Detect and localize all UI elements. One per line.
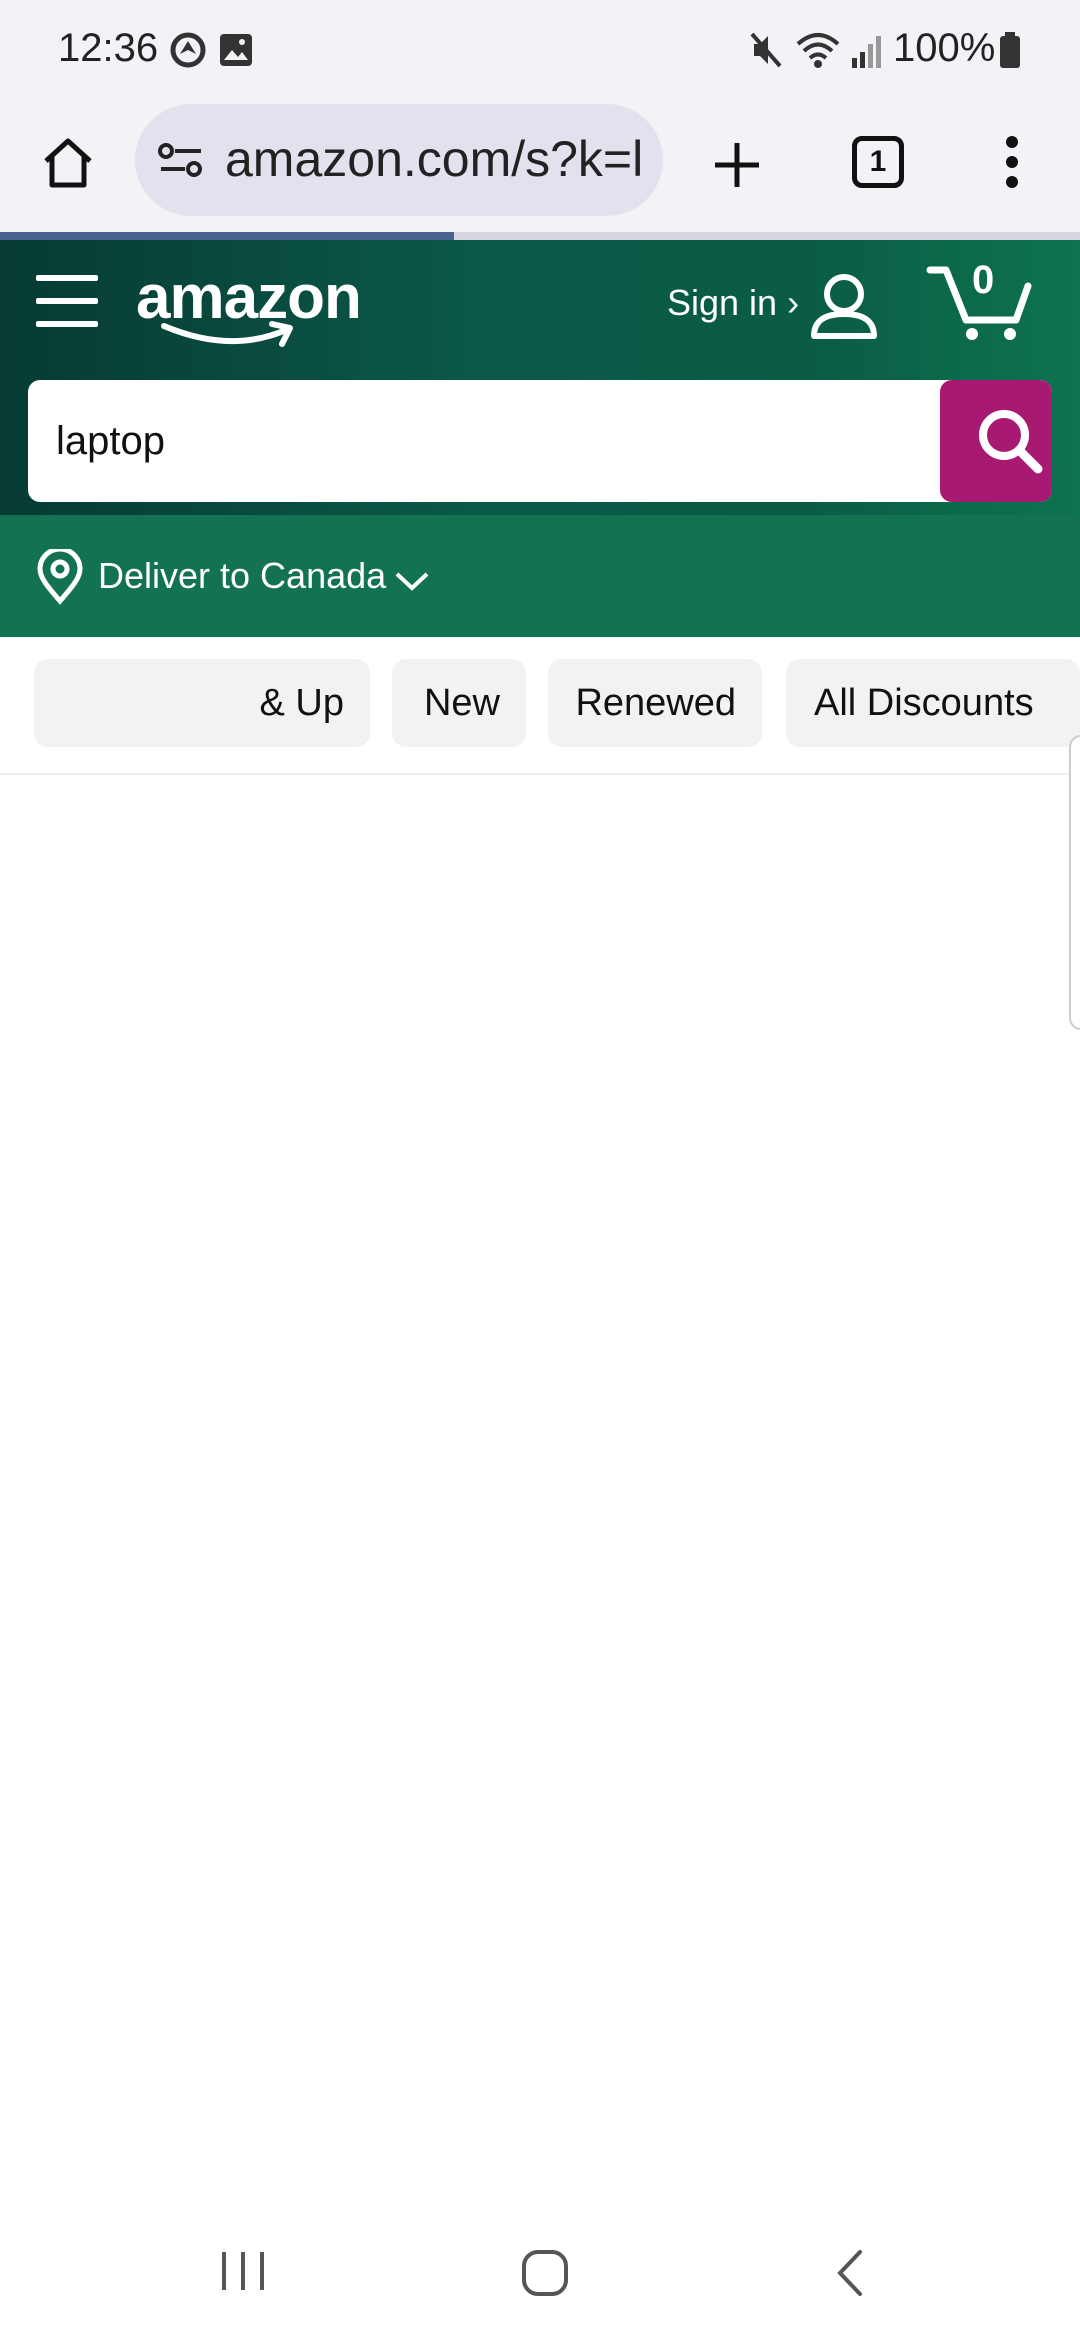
menu-button[interactable]	[36, 275, 98, 335]
vpn-icon	[170, 32, 206, 68]
filter-chip-all-discounts[interactable]: All Discounts	[786, 659, 1080, 747]
edge-panel-handle[interactable]	[1069, 735, 1080, 1030]
gallery-icon	[220, 34, 252, 66]
sign-in-link[interactable]: Sign in ›	[667, 282, 799, 324]
battery-percentage: 100%	[893, 26, 996, 70]
url-text: amazon.com/s?k=l	[225, 131, 644, 187]
account-icon[interactable]	[808, 270, 880, 342]
status-bar: 12:36 100%	[0, 0, 1080, 100]
home-icon	[44, 138, 92, 188]
chevron-down-icon	[395, 572, 429, 591]
mute-icon	[750, 32, 782, 68]
tab-switcher-button[interactable]: 1	[842, 126, 914, 198]
signal-icon	[852, 36, 881, 68]
amazon-logo[interactable]: amazon	[136, 262, 362, 347]
site-settings-icon[interactable]	[157, 140, 205, 180]
recent-apps-icon[interactable]	[218, 2248, 268, 2294]
battery-icon	[1000, 32, 1020, 68]
filter-chip-rating[interactable]: & Up	[34, 659, 370, 747]
location-pin-icon	[37, 549, 83, 605]
back-icon[interactable]	[830, 2248, 870, 2298]
new-tab-button[interactable]	[698, 126, 776, 204]
search-bar	[28, 380, 1052, 502]
page: 12:36 100% amazon.com/s?k=l 1 amazon Sig…	[0, 0, 1080, 2340]
smile-arrow-icon	[161, 321, 293, 347]
progress-fill	[0, 232, 454, 240]
filter-chip-renewed[interactable]: Renewed	[548, 659, 762, 747]
page-load-progress	[0, 232, 1080, 240]
plus-icon	[715, 143, 759, 187]
tab-count: 1	[852, 136, 904, 188]
filter-chip-new[interactable]: New	[392, 659, 526, 747]
deliver-bar[interactable]: Deliver to Canada	[0, 515, 1080, 637]
wifi-icon	[796, 33, 840, 68]
home-button[interactable]	[30, 125, 106, 201]
status-time: 12:36	[58, 26, 159, 70]
cart-count: 0	[972, 258, 995, 302]
system-nav-bar	[0, 2200, 1080, 2340]
address-bar[interactable]: amazon.com/s?k=l	[135, 104, 663, 216]
more-vert-icon	[1006, 136, 1018, 188]
home-nav-icon[interactable]	[520, 2248, 570, 2298]
filter-chips: & Up New Renewed All Discounts	[0, 637, 1080, 775]
search-icon	[979, 410, 1043, 474]
search-input[interactable]	[56, 380, 906, 502]
browser-menu-button[interactable]	[990, 126, 1034, 198]
deliver-to-label: Deliver to Canada	[98, 555, 387, 596]
search-button[interactable]	[940, 380, 1052, 502]
